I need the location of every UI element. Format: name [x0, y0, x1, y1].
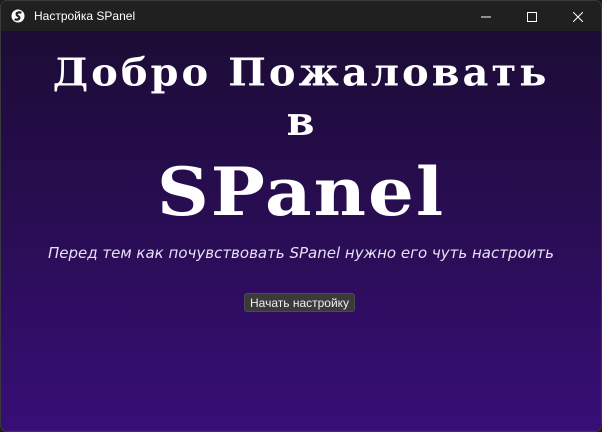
minimize-button[interactable] — [463, 1, 509, 31]
window-controls — [463, 1, 601, 31]
close-icon — [572, 7, 584, 26]
minimize-icon — [481, 7, 491, 26]
welcome-panel: Добро Пожаловать в SPanel Перед тем как … — [1, 31, 601, 431]
spanel-logo-icon — [10, 8, 26, 24]
app-name-heading: SPanel — [156, 152, 446, 231]
welcome-heading-line2: в — [286, 98, 316, 145]
app-window: Настройка SPanel Добро Пожаловать в SPan… — [0, 0, 602, 432]
maximize-icon — [527, 7, 537, 26]
start-setup-button[interactable]: Начать настройку — [244, 293, 356, 312]
welcome-heading-line1: Добро Пожаловать — [52, 50, 550, 95]
title-bar[interactable]: Настройка SPanel — [1, 1, 601, 31]
window-title: Настройка SPanel — [34, 9, 136, 23]
maximize-button[interactable] — [509, 1, 555, 31]
welcome-subtitle: Перед тем как почувствовать SPanel нужно… — [47, 244, 554, 262]
close-button[interactable] — [555, 1, 601, 31]
